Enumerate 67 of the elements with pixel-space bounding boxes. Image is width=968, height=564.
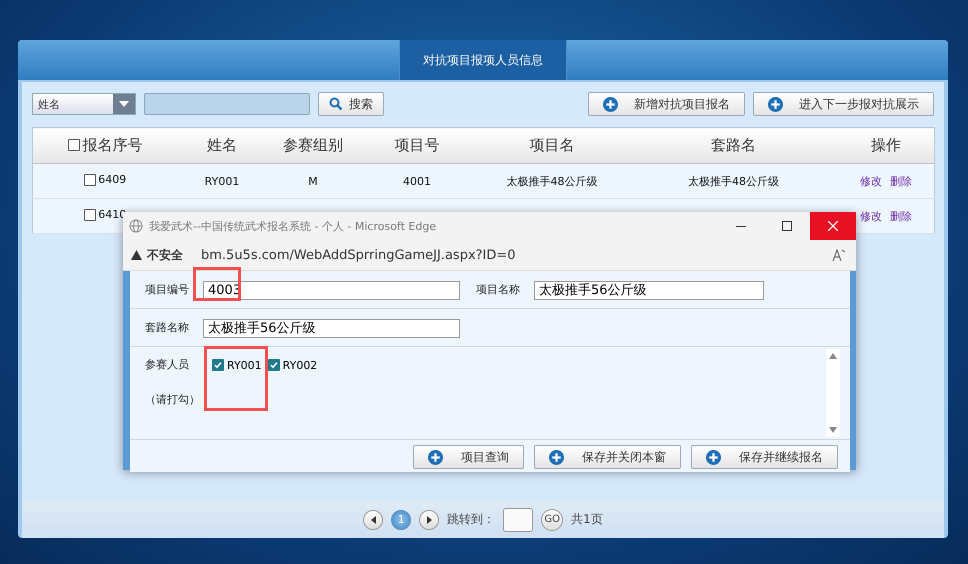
left-arrow-icon xyxy=(370,516,376,524)
window-title: 我爱武术--中国传统武术报名系统 - 个人 - Microsoft Edge xyxy=(149,218,438,234)
table-cell: RY001 xyxy=(204,174,240,188)
text-field[interactable]: 太极推手56公斤级 xyxy=(203,318,460,338)
action-link[interactable]: 删除 xyxy=(890,174,912,188)
plus-icon xyxy=(603,96,618,112)
table-cell: 太极推手48公斤级 xyxy=(506,174,598,188)
table-cell: M xyxy=(308,174,318,188)
page-input[interactable] xyxy=(503,508,534,532)
down-arrow-icon xyxy=(829,427,837,433)
right-arrow-icon xyxy=(426,516,432,524)
jump-label: 跳转到： xyxy=(447,511,496,528)
search-field[interactable] xyxy=(144,93,310,115)
page-title: 对抗项目报项人员信息 xyxy=(399,40,567,80)
checkbox[interactable] xyxy=(268,359,280,371)
close-icon xyxy=(828,221,838,231)
column-header: 项目号 xyxy=(394,136,440,154)
table-cell: 6409 xyxy=(98,173,126,186)
plus-icon xyxy=(428,450,443,464)
checkbox[interactable] xyxy=(84,208,96,221)
security-label: 不安全 xyxy=(147,246,183,264)
up-arrow-icon xyxy=(829,353,837,359)
toolbar-button[interactable]: 进入下一步报对抗展示 xyxy=(753,92,934,116)
action-link[interactable]: 修改 xyxy=(860,174,882,188)
page-total: 共1页 xyxy=(571,511,603,528)
plus-icon xyxy=(549,450,564,464)
table-cell: 4001 xyxy=(403,174,431,188)
column-header: 项目名 xyxy=(530,136,574,154)
option-label: RY002 xyxy=(282,358,318,372)
toolbar-button[interactable]: 新增对抗项目报名 xyxy=(588,92,745,116)
url-text: bm.5u5s.com/WebAddSprringGameJJ.aspx?ID=0 xyxy=(201,248,517,262)
plus-icon xyxy=(768,96,783,112)
column-header: 参赛组别 xyxy=(283,136,343,154)
next-button[interactable] xyxy=(419,510,440,530)
scrollbar[interactable] xyxy=(826,349,840,437)
option-label: RY001 xyxy=(227,358,262,372)
field-label: 项目编号 xyxy=(145,282,190,297)
field-label: 参赛人员 xyxy=(145,357,190,372)
column-header: 报名序号 xyxy=(82,136,142,155)
checkbox[interactable] xyxy=(68,139,80,152)
dropdown-icon xyxy=(119,101,129,107)
warning-icon xyxy=(131,250,142,260)
field-label: 项目名称 xyxy=(476,282,521,297)
text-field[interactable]: 太极推手56公斤级 xyxy=(534,280,764,300)
field-label: 套路名称 xyxy=(145,320,190,335)
close-button[interactable] xyxy=(810,212,856,240)
checkbox[interactable] xyxy=(84,174,96,186)
go-button[interactable]: GO xyxy=(541,508,564,530)
search-icon xyxy=(329,97,343,111)
form-button[interactable]: 项目查询 xyxy=(413,445,524,469)
maximize-icon xyxy=(782,221,792,231)
column-header: 套路名 xyxy=(711,136,756,154)
filter-select[interactable]: 姓名 xyxy=(32,93,136,115)
read-aloud-icon[interactable] xyxy=(832,249,846,261)
search-button[interactable]: 搜索 xyxy=(318,92,384,116)
action-link[interactable]: 删除 xyxy=(890,210,912,222)
globe-icon xyxy=(129,219,143,233)
prev-button[interactable] xyxy=(363,510,384,530)
form-button[interactable]: 保存并关闭本窗 xyxy=(534,445,681,469)
hint-text: （请打勾） xyxy=(145,392,200,407)
plus-icon xyxy=(706,450,721,464)
table-cell: 太极推手48公斤级 xyxy=(688,174,779,188)
column-header: 姓名 xyxy=(207,136,237,154)
checkbox[interactable] xyxy=(212,359,224,371)
column-header: 操作 xyxy=(870,136,901,154)
form-button[interactable]: 保存并继续报名 xyxy=(691,445,838,469)
action-link[interactable]: 修改 xyxy=(860,210,882,222)
